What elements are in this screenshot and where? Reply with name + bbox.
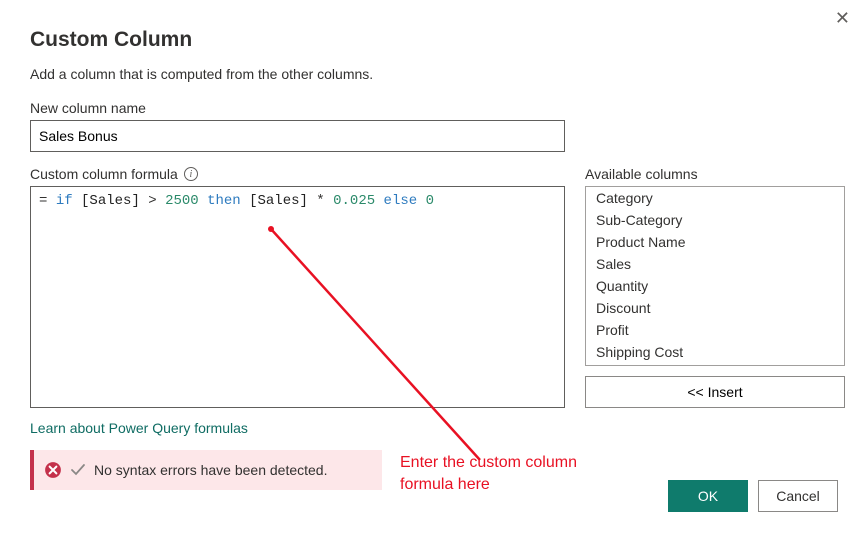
available-columns-list[interactable]: CategorySub-CategoryProduct NameSalesQua… [585, 186, 845, 366]
dialog-title: Custom Column [30, 28, 838, 52]
available-column-item[interactable]: Quantity [586, 275, 844, 297]
column-name-input[interactable] [30, 120, 565, 152]
available-column-item[interactable]: Profit [586, 319, 844, 341]
close-icon[interactable]: ✕ [835, 8, 850, 29]
available-column-item[interactable]: Category [586, 187, 844, 209]
dialog-subtitle: Add a column that is computed from the o… [30, 66, 838, 82]
available-column-item[interactable]: Shipping Cost [586, 341, 844, 363]
status-bar: No syntax errors have been detected. [30, 450, 382, 490]
available-column-item[interactable]: Sub-Category [586, 209, 844, 231]
formula-editor[interactable]: = if [Sales] > 2500 then [Sales] * 0.025… [30, 186, 565, 408]
available-columns-label: Available columns [585, 166, 845, 182]
ok-button[interactable]: OK [668, 480, 748, 512]
cancel-button[interactable]: Cancel [758, 480, 838, 512]
formula-label: Custom column formula i [30, 166, 565, 182]
error-icon [44, 461, 62, 479]
status-text: No syntax errors have been detected. [94, 462, 327, 478]
available-column-item[interactable]: Product Name [586, 231, 844, 253]
learn-link[interactable]: Learn about Power Query formulas [30, 420, 248, 436]
column-name-label: New column name [30, 100, 838, 116]
available-column-item[interactable]: Discount [586, 297, 844, 319]
insert-button[interactable]: << Insert [585, 376, 845, 408]
check-icon [70, 462, 86, 478]
available-column-item[interactable]: Sales [586, 253, 844, 275]
info-icon[interactable]: i [184, 167, 198, 181]
